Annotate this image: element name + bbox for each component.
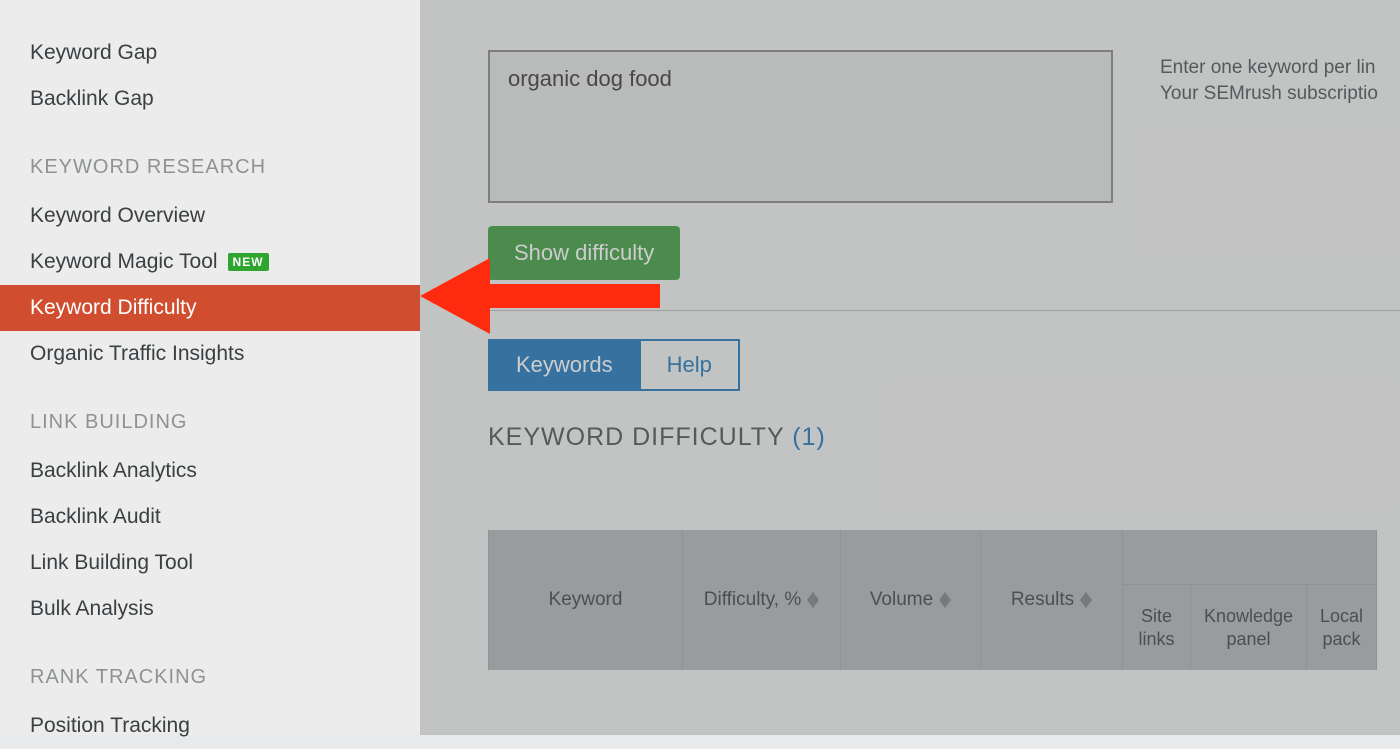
- sidebar: Keyword Gap Backlink Gap KEYWORD RESEARC…: [0, 0, 420, 735]
- sidebar-item-label: Bulk Analysis: [30, 597, 154, 621]
- tab-keywords[interactable]: Keywords: [488, 339, 641, 391]
- divider: [488, 310, 1400, 311]
- sidebar-item-keyword-overview[interactable]: Keyword Overview: [0, 193, 420, 239]
- th-label: Volume: [870, 589, 933, 611]
- tab-help[interactable]: Help: [641, 339, 740, 391]
- section-heading-text: KEYWORD DIFFICULTY: [488, 423, 792, 451]
- th-label: Results: [1011, 589, 1074, 611]
- show-difficulty-button[interactable]: Show difficulty: [488, 226, 680, 280]
- keyword-textarea[interactable]: [488, 50, 1113, 203]
- sidebar-item-label: Backlink Audit: [30, 505, 161, 529]
- sidebar-item-label: Backlink Analytics: [30, 459, 197, 483]
- sidebar-item-label: Keyword Magic Tool: [30, 250, 218, 274]
- sidebar-item-backlink-gap[interactable]: Backlink Gap: [0, 76, 420, 122]
- sidebar-item-backlink-analytics[interactable]: Backlink Analytics: [0, 448, 420, 494]
- sidebar-item-backlink-audit[interactable]: Backlink Audit: [0, 494, 420, 540]
- sidebar-item-bulk-analysis[interactable]: Bulk Analysis: [0, 586, 420, 632]
- sidebar-item-label: Keyword Gap: [30, 41, 157, 65]
- th-group-serp: Site links Knowledge panel Local pack: [1123, 530, 1377, 670]
- sidebar-item-keyword-difficulty[interactable]: Keyword Difficulty: [0, 285, 420, 331]
- sort-icon: [807, 592, 819, 608]
- helper-line-1: Enter one keyword per lin: [1160, 55, 1378, 81]
- th-volume[interactable]: Volume: [841, 530, 981, 670]
- th-site-links[interactable]: Site links: [1123, 585, 1191, 670]
- sidebar-item-keyword-magic-tool[interactable]: Keyword Magic Tool NEW: [0, 239, 420, 285]
- helper-text: Enter one keyword per lin Your SEMrush s…: [1160, 55, 1378, 106]
- section-heading-count: (1): [792, 423, 826, 451]
- sidebar-item-label: Keyword Overview: [30, 204, 205, 228]
- sidebar-item-organic-traffic-insights[interactable]: Organic Traffic Insights: [0, 331, 420, 377]
- th-local-pack[interactable]: Local pack: [1307, 585, 1377, 670]
- th-results[interactable]: Results: [981, 530, 1123, 670]
- sidebar-item-link-building-tool[interactable]: Link Building Tool: [0, 540, 420, 586]
- table-header: Keyword Difficulty, % Volume Results: [488, 530, 1400, 670]
- th-keyword[interactable]: Keyword: [488, 530, 683, 670]
- sidebar-section-rank-tracking: RANK TRACKING: [0, 660, 420, 695]
- sidebar-item-label: Keyword Difficulty: [30, 296, 197, 320]
- sidebar-item-label: Link Building Tool: [30, 551, 193, 575]
- sort-icon: [939, 592, 951, 608]
- th-label: Keyword: [549, 589, 623, 611]
- th-difficulty[interactable]: Difficulty, %: [683, 530, 841, 670]
- sidebar-item-label: Position Tracking: [30, 714, 190, 738]
- tabbar: Keywords Help: [488, 339, 1400, 391]
- main-panel: Enter one keyword per lin Your SEMrush s…: [420, 0, 1400, 735]
- th-knowledge-panel[interactable]: Knowledge panel: [1191, 585, 1307, 670]
- th-group-spacer: [1123, 530, 1377, 585]
- sidebar-item-label: Backlink Gap: [30, 87, 154, 111]
- sidebar-item-keyword-gap[interactable]: Keyword Gap: [0, 30, 420, 76]
- new-badge: NEW: [228, 253, 269, 271]
- sidebar-section-link-building: LINK BUILDING: [0, 405, 420, 440]
- sidebar-item-position-tracking[interactable]: Position Tracking: [0, 703, 420, 749]
- section-heading: KEYWORD DIFFICULTY (1): [488, 423, 1400, 452]
- sidebar-item-label: Organic Traffic Insights: [30, 342, 244, 366]
- sort-icon: [1080, 592, 1092, 608]
- sidebar-section-keyword-research: KEYWORD RESEARCH: [0, 150, 420, 185]
- helper-line-2: Your SEMrush subscriptio: [1160, 81, 1378, 107]
- th-label: Difficulty, %: [704, 589, 802, 611]
